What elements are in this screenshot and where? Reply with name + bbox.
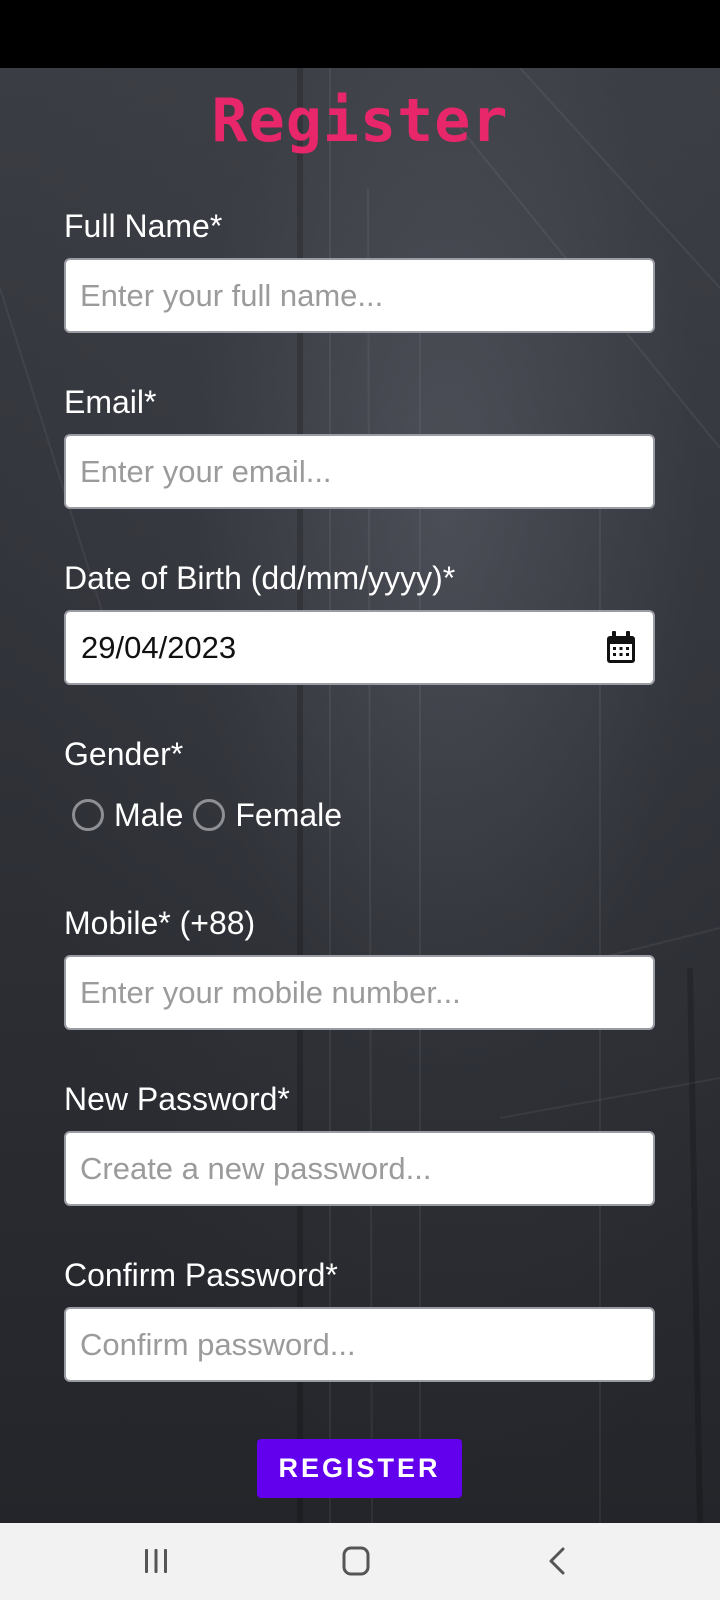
- full-name-label: Full Name*: [64, 208, 223, 244]
- back-icon[interactable]: [536, 1541, 580, 1581]
- dob-input[interactable]: 29/04/2023: [64, 610, 655, 685]
- radio-circle-female[interactable]: [193, 799, 226, 831]
- page-title: Register: [211, 86, 509, 156]
- home-icon[interactable]: [334, 1541, 378, 1581]
- radio-circle-male[interactable]: [72, 799, 104, 831]
- gender-option-female[interactable]: Female: [193, 797, 342, 834]
- gender-radio-group: Male Female: [72, 795, 352, 835]
- status-bar: [0, 0, 720, 68]
- full-name-input[interactable]: [64, 258, 655, 333]
- new-password-input[interactable]: [64, 1131, 655, 1206]
- email-label: Email*: [64, 384, 157, 420]
- gender-option-label: Female: [235, 796, 343, 833]
- confirm-password-label: Confirm Password*: [64, 1257, 338, 1293]
- register-button[interactable]: REGISTER: [257, 1439, 462, 1498]
- dob-label: Date of Birth (dd/mm/yyyy)*: [64, 560, 456, 596]
- register-screen: Register Full Name* Email* Date of Birth…: [0, 68, 720, 1523]
- email-input[interactable]: [64, 434, 655, 509]
- mobile-label: Mobile* (+88): [64, 905, 256, 941]
- gender-option-male[interactable]: Male: [72, 797, 183, 834]
- confirm-password-input[interactable]: [64, 1307, 655, 1382]
- calendar-icon[interactable]: [605, 631, 637, 665]
- navigation-bar: [0, 1523, 720, 1600]
- gender-label: Gender*: [64, 736, 184, 772]
- recent-apps-icon[interactable]: [134, 1541, 178, 1581]
- gender-option-label: Male: [114, 796, 184, 833]
- dob-value: 29/04/2023: [81, 630, 237, 665]
- mobile-input[interactable]: [64, 955, 655, 1030]
- new-password-label: New Password*: [64, 1081, 290, 1117]
